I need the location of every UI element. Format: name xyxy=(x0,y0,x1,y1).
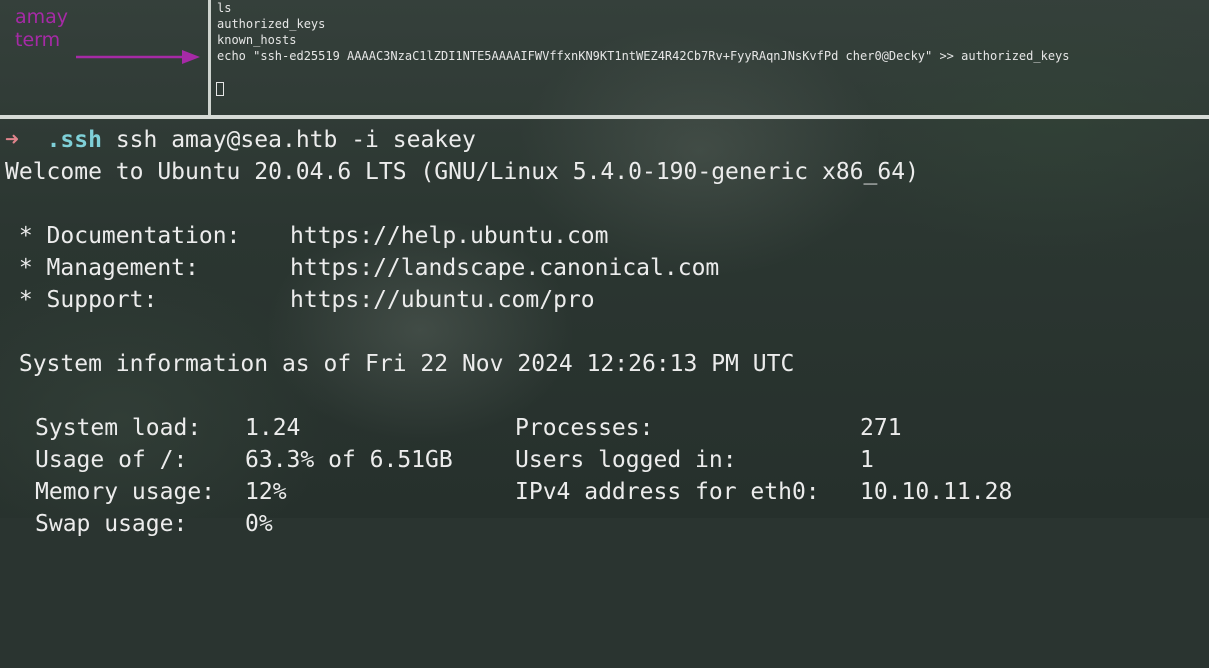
link-url[interactable]: https://help.ubuntu.com xyxy=(290,220,609,252)
stats-row: Usage of /: 63.3% of 6.51GB Users logged… xyxy=(5,444,919,476)
pane-horizontal-divider[interactable] xyxy=(0,115,1209,119)
annotation-arrow-icon xyxy=(76,50,200,64)
link-label: * Documentation: xyxy=(5,223,241,249)
stat-value: 12% xyxy=(245,479,287,505)
output-line: echo "ssh-ed25519 AAAAC3NzaC1lZDI1NTE5AA… xyxy=(217,49,1070,63)
link-label: * Support: xyxy=(5,287,158,313)
output-line: authorized_keys xyxy=(217,17,326,31)
annotation-label-amay: amay xyxy=(15,6,69,28)
top-pane-output: ls authorized_keys known_hosts echo "ssh… xyxy=(217,0,1070,64)
stat-value: 1 xyxy=(860,447,874,473)
link-label: * Management: xyxy=(5,255,199,281)
support-link-row: * Support: https://ubuntu.com/pro xyxy=(5,284,919,316)
stat-key: Swap usage: xyxy=(35,511,188,537)
stat-value: 1.24 xyxy=(245,415,301,441)
main-terminal-pane[interactable]: ➜ .ssh ssh amay@sea.htb -i seakey Welcom… xyxy=(5,124,1012,540)
stat-value: 10.10.11.28 xyxy=(860,479,1013,505)
prompt-command: ssh amay@sea.htb -i seakey xyxy=(115,127,476,153)
annotation-area: amay term xyxy=(0,0,207,115)
stat-key: Memory usage: xyxy=(35,479,216,505)
prompt-arrow-icon: ➜ xyxy=(5,127,19,153)
sysinfo-header: System information as of Fri 22 Nov 2024… xyxy=(5,351,795,377)
annotation-label-term: term xyxy=(15,29,61,51)
pane-vertical-divider[interactable] xyxy=(208,0,211,115)
stats-row: System load: 1.24 Processes: 271 xyxy=(5,412,919,444)
stat-key: Usage of /: xyxy=(35,447,188,473)
stat-value: 0% xyxy=(245,511,273,537)
doc-link-row: * Documentation: https://help.ubuntu.com xyxy=(5,220,919,252)
stat-value: 63.3% of 6.51GB xyxy=(245,447,453,473)
stats-row: Swap usage: 0% xyxy=(5,508,919,540)
stat-key: Users logged in: xyxy=(515,447,737,473)
management-link-row: * Management: https://landscape.canonica… xyxy=(5,252,919,284)
stat-key: IPv4 address for eth0: xyxy=(515,479,820,505)
prompt-line: ➜ .ssh ssh amay@sea.htb -i seakey xyxy=(5,124,919,156)
stats-row: Memory usage: 12% IPv4 address for eth0:… xyxy=(5,476,1012,508)
prompt-directory: .ssh xyxy=(46,127,102,153)
stat-key: Processes: xyxy=(515,415,654,441)
link-url[interactable]: https://ubuntu.com/pro xyxy=(290,284,595,316)
terminal-cursor xyxy=(216,82,224,96)
top-terminal-pane[interactable]: amay term ls authorized_keys known_hosts… xyxy=(0,0,1209,115)
welcome-line: Welcome to Ubuntu 20.04.6 LTS (GNU/Linux… xyxy=(5,159,919,185)
stat-key: System load: xyxy=(35,415,202,441)
link-url[interactable]: https://landscape.canonical.com xyxy=(290,252,719,284)
stat-value: 271 xyxy=(860,415,902,441)
output-line: ls xyxy=(217,1,232,15)
output-line: known_hosts xyxy=(217,33,297,47)
